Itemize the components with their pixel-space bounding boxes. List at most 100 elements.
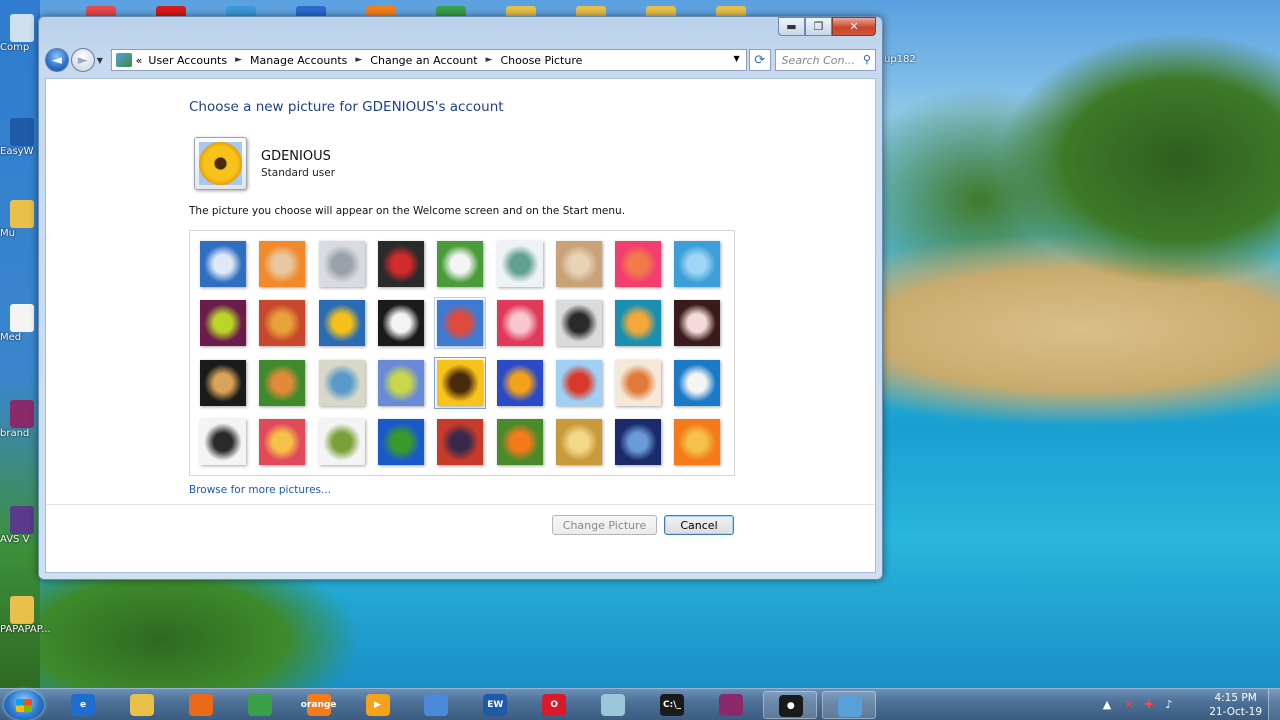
breadcrumb-choose-picture[interactable]: Choose Picture <box>500 54 582 67</box>
media-taskbar-button[interactable]: ▶ <box>351 691 405 719</box>
media-icon: ▶ <box>365 694 390 716</box>
toy-robot-picture[interactable] <box>318 359 365 406</box>
fabric-picture[interactable] <box>259 300 306 347</box>
frame-picture[interactable] <box>377 418 424 465</box>
back-button[interactable]: ◄ <box>45 48 69 72</box>
cmd-icon: C:\_ <box>660 694 684 716</box>
robot-picture[interactable] <box>318 241 365 287</box>
doll-picture[interactable] <box>615 359 662 406</box>
desktop-icon[interactable]: Comp <box>0 14 40 53</box>
show-desktop-button[interactable] <box>1268 689 1280 720</box>
stripes-picture[interactable] <box>259 418 306 465</box>
gyroscope-picture[interactable] <box>496 241 543 287</box>
notepad-taskbar-button[interactable] <box>586 691 640 719</box>
butterfly-picture[interactable] <box>496 418 543 465</box>
puppy-picture[interactable] <box>259 359 306 406</box>
carpet-picture[interactable] <box>437 418 484 465</box>
turntable-picture[interactable] <box>377 241 424 287</box>
chevron-right-icon[interactable]: ► <box>355 55 362 65</box>
orange-flower-picture[interactable] <box>674 418 721 465</box>
flower-picture[interactable] <box>615 241 662 287</box>
fish-picture[interactable] <box>496 359 543 406</box>
orange-taskbar-button[interactable]: orange <box>292 691 346 719</box>
jacks-picture[interactable] <box>555 300 602 347</box>
clock[interactable]: 4:15 PM 21-Oct-19 <box>1209 691 1262 719</box>
forward-button[interactable]: ► <box>70 48 95 72</box>
star-picture[interactable] <box>496 300 543 347</box>
easyworship-taskbar-button[interactable]: EW <box>468 691 522 719</box>
cmd-taskbar-button[interactable]: C:\_ <box>645 691 699 719</box>
record-taskbar-button[interactable]: ● <box>762 691 817 719</box>
content-pane: Choose a new picture for GDENIOUS's acco… <box>45 78 876 573</box>
easyworship-icon: EW <box>483 694 508 716</box>
desktop-icon-image <box>10 400 34 428</box>
chrome2-taskbar-button[interactable] <box>409 691 463 719</box>
explorer-icon <box>129 694 154 716</box>
ball-picture[interactable] <box>200 300 246 347</box>
address-bar[interactable]: « User Accounts ► Manage Accounts ► Chan… <box>110 49 747 71</box>
origami-picture[interactable] <box>674 300 721 347</box>
dog-picture[interactable] <box>377 300 424 347</box>
chevron-right-icon[interactable]: ► <box>235 55 242 65</box>
desktop-icon-label: EasyW <box>0 146 34 157</box>
maximize-button[interactable]: ❐ <box>805 17 832 36</box>
opera-taskbar-button[interactable]: O <box>527 691 581 719</box>
scarf-picture[interactable] <box>377 359 424 406</box>
breadcrumb-prefix[interactable]: « <box>136 54 143 67</box>
desktop-icon[interactable]: brand <box>0 400 40 439</box>
desktop-icon-label[interactable]: up182 <box>884 54 916 65</box>
desktop-icon[interactable]: Mu <box>0 200 40 239</box>
show-hidden-icons-icon[interactable]: ▲ <box>1100 698 1114 712</box>
ferris-wheel-picture[interactable] <box>674 241 721 287</box>
balloon-picture[interactable] <box>555 359 602 406</box>
chevron-right-icon[interactable]: ► <box>486 55 493 65</box>
guitar-picture[interactable] <box>200 359 246 406</box>
stairs-picture[interactable] <box>615 300 662 347</box>
desktop-icon[interactable]: AVS V <box>0 506 40 545</box>
lighthouse-picture[interactable] <box>615 418 662 465</box>
breadcrumb-change-account[interactable]: Change an Account <box>370 54 477 67</box>
browse-pictures-link[interactable]: Browse for more pictures... <box>189 484 331 496</box>
close-button[interactable]: ✕ <box>832 17 876 36</box>
user-accounts-window: ▬ ❐ ✕ ◄ ► ▼ « User Accounts ► Manage Acc… <box>38 16 883 580</box>
marbles-picture[interactable] <box>318 418 365 465</box>
account-type: Standard user <box>261 167 336 179</box>
chevron-down-icon[interactable]: ▼ <box>734 54 740 63</box>
minimize-button[interactable]: ▬ <box>778 17 805 36</box>
breadcrumb-manage-accounts[interactable]: Manage Accounts <box>250 54 347 67</box>
soccer-ball-picture[interactable] <box>200 418 246 465</box>
starfish-picture[interactable] <box>259 241 306 287</box>
roller-coaster-picture[interactable] <box>200 241 246 287</box>
lucky-cat-picture[interactable] <box>437 241 484 287</box>
firefox-icon <box>188 694 213 716</box>
desktop-icon[interactable]: EasyW <box>0 118 40 157</box>
change-picture-button[interactable]: Change Picture <box>552 515 657 535</box>
security-icon[interactable]: ✚ <box>1142 698 1156 712</box>
explorer-taskbar-button[interactable] <box>115 691 169 719</box>
search-icon[interactable]: ⚲ <box>863 53 871 66</box>
ie-taskbar-button[interactable]: e <box>56 691 110 719</box>
recent-pages-dropdown[interactable]: ▼ <box>97 56 107 65</box>
spiral-picture[interactable] <box>555 418 602 465</box>
chrome-taskbar-button[interactable] <box>233 691 287 719</box>
sunflower-picture[interactable] <box>434 356 487 409</box>
desktop-icon[interactable]: PAPAPAP... <box>0 596 51 635</box>
breadcrumb-user-accounts[interactable]: User Accounts <box>148 54 227 67</box>
start-button[interactable] <box>4 690 44 720</box>
firefox-taskbar-button[interactable] <box>174 691 228 719</box>
control-panel-taskbar-button[interactable] <box>821 691 876 719</box>
desktop-icon-label: Med <box>0 332 22 343</box>
volume-icon[interactable]: ♪ <box>1162 698 1176 712</box>
refresh-button[interactable]: ⟳ <box>748 49 771 71</box>
kitten-picture[interactable] <box>555 241 602 287</box>
cancel-button[interactable]: Cancel <box>664 515 734 535</box>
desktop-top-icons <box>80 0 880 20</box>
search-input[interactable]: Search Con... ⚲ <box>774 49 876 71</box>
crayons-picture[interactable] <box>434 297 487 350</box>
network-icon[interactable]: ✕ <box>1122 698 1136 712</box>
winrar-taskbar-button[interactable] <box>704 691 758 719</box>
desktop-icon[interactable]: Med <box>0 304 40 343</box>
sailboat-picture[interactable] <box>674 359 721 406</box>
clock-time: 4:15 PM <box>1214 692 1257 704</box>
leaf-picture[interactable] <box>318 300 365 347</box>
